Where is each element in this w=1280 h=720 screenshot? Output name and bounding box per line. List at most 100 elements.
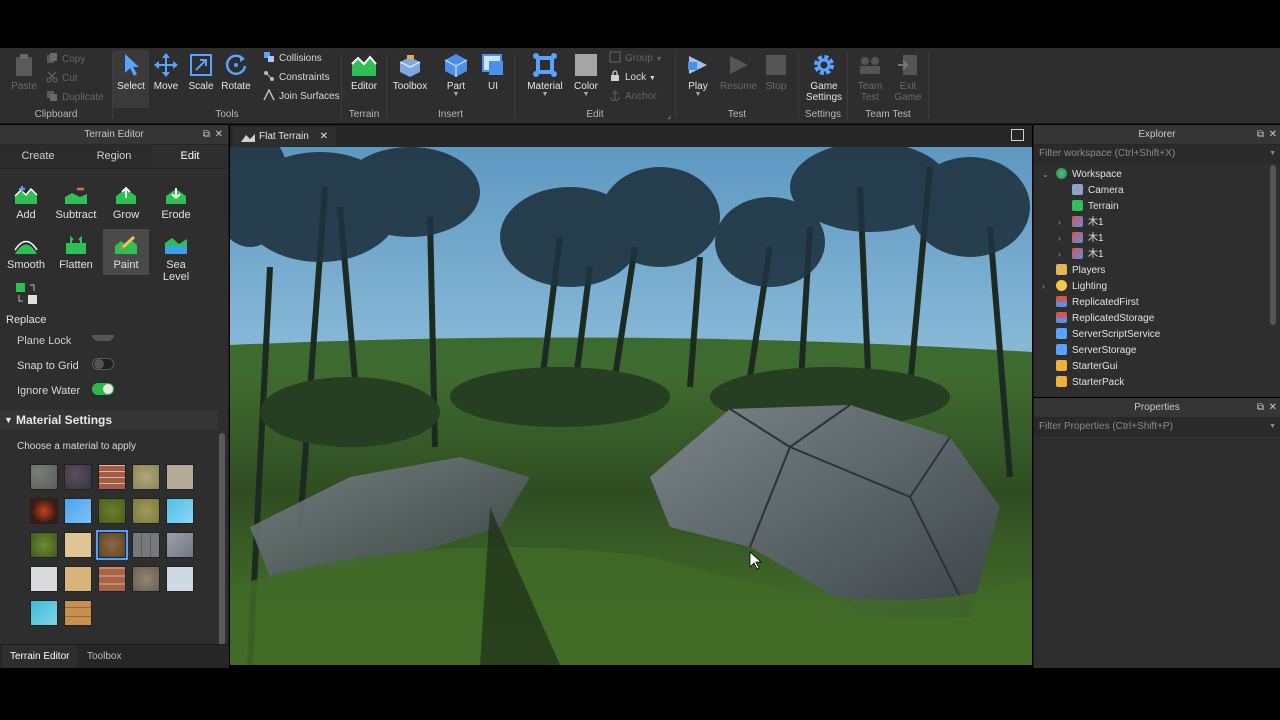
expanded-arrow-icon[interactable]: ⌄ [1042,167,1049,183]
collapsed-arrow-icon[interactable]: › [1058,231,1061,247]
tree-item-lighting[interactable]: › Lighting [1042,279,1107,295]
material-settings-header[interactable]: ▼ Material Settings [0,410,218,430]
toolbox-button[interactable]: Toolbox [391,50,429,108]
ui-button[interactable]: UI [475,50,511,108]
tree-item-replicated-storage[interactable]: ReplicatedStorage [1056,311,1154,327]
paste-button[interactable]: Paste [6,50,42,108]
fullscreen-icon[interactable] [1011,129,1024,141]
tree-item-model-2[interactable]: › 木1 [1058,231,1104,247]
tool-grow[interactable]: Grow [103,179,149,225]
tool-flatten[interactable]: Flatten [53,229,99,275]
tree-item-starter-pack[interactable]: StarterPack [1056,375,1124,391]
scale-button[interactable]: Scale [183,50,219,108]
exit-game-button[interactable]: Exit Game [890,50,926,108]
terrain-editor-button[interactable]: Editor [346,50,382,108]
properties-filter-input[interactable]: Filter Properties (Ctrl+Shift+P) ▼ [1034,418,1280,436]
team-test-button[interactable]: Team Test [852,50,888,108]
cut-button[interactable]: Cut [46,71,78,88]
explorer-scrollbar[interactable] [1270,165,1276,325]
snap-to-grid-toggle[interactable] [92,358,114,370]
tool-smooth[interactable]: Smooth [3,229,49,275]
chevron-down-icon[interactable]: ▼ [1269,145,1276,163]
tree-item-server-script-service[interactable]: ServerScriptService [1056,327,1160,343]
tab-toolbox[interactable]: Toolbox [79,645,129,669]
plane-lock-toggle[interactable] [92,335,114,341]
resume-button[interactable]: Resume [720,50,757,108]
tab-region[interactable]: Region [76,145,152,168]
tree-item-server-storage[interactable]: ServerStorage [1056,343,1136,359]
tool-replace[interactable]: Replace [6,281,52,327]
material-grass[interactable] [98,498,126,524]
terrain-editor-scrollbar[interactable] [219,433,225,646]
tab-flat-terrain[interactable]: Flat Terrain ✕ [233,127,337,147]
tree-item-starter-gui[interactable]: StarterGui [1056,359,1118,375]
material-cobblestone[interactable] [132,464,160,490]
constraints-toggle[interactable]: Constraints [263,70,330,87]
material-snow[interactable] [166,566,194,592]
tree-item-model-3[interactable]: › 木1 [1058,247,1104,263]
close-icon[interactable]: ✕ [1269,125,1277,145]
material-brick[interactable] [98,464,126,490]
close-icon[interactable]: ✕ [320,131,328,142]
material-leafygrass[interactable] [30,532,58,558]
lock-button[interactable]: Lock ▼ [609,70,656,87]
tool-erode[interactable]: Erode [153,179,199,225]
material-rock[interactable] [166,532,194,558]
tree-item-replicated-first[interactable]: ReplicatedFirst [1056,295,1139,311]
3d-viewport[interactable] [230,147,1032,665]
tree-item-model-1[interactable]: › 木1 [1058,215,1104,231]
undock-icon[interactable]: ⧉ [203,125,210,145]
material-mud[interactable] [96,530,128,560]
material-water[interactable] [30,600,58,626]
material-salt[interactable] [30,566,58,592]
material-crackedlava[interactable] [30,498,58,524]
undock-icon[interactable]: ⧉ [1257,125,1264,145]
collapsed-arrow-icon[interactable]: › [1058,215,1061,231]
collapsed-arrow-icon[interactable]: › [1042,279,1045,295]
material-button[interactable]: Material ▼ [525,50,565,108]
material-ground[interactable] [132,498,160,524]
material-limestone[interactable] [64,532,92,558]
chevron-down-icon[interactable]: ▼ [1269,418,1276,436]
part-button[interactable]: Part ▼ [438,50,474,108]
duplicate-button[interactable]: Duplicate [46,90,104,107]
tree-item-players[interactable]: Players [1056,263,1105,279]
material-asphalt[interactable] [30,464,58,490]
tab-terrain-editor[interactable]: Terrain Editor [2,645,78,669]
material-slate[interactable] [132,566,160,592]
tool-add[interactable]: Add [3,179,49,225]
join-surfaces-toggle[interactable]: Join Surfaces [263,89,340,106]
material-sand[interactable] [64,566,92,592]
tree-item-terrain[interactable]: Terrain [1072,199,1119,215]
material-sandstone[interactable] [98,566,126,592]
material-woodplanks[interactable] [64,600,92,626]
tool-subtract[interactable]: Subtract [53,179,99,225]
game-settings-button[interactable]: Game Settings [803,50,845,108]
tab-create[interactable]: Create [0,145,76,168]
close-icon[interactable]: ✕ [1269,398,1277,418]
tool-paint[interactable]: Paint [103,229,149,275]
move-button[interactable]: Move [148,50,184,108]
tab-edit[interactable]: Edit [152,145,228,168]
material-basalt[interactable] [64,464,92,490]
ignore-water-toggle[interactable] [92,383,114,395]
play-button[interactable]: Play ▼ [680,50,716,108]
material-pavement[interactable] [132,532,160,558]
tree-item-workspace[interactable]: ⌄ Workspace [1042,167,1122,183]
select-button[interactable]: Select [113,50,149,108]
undock-icon[interactable]: ⧉ [1257,398,1264,418]
copy-button[interactable]: Copy [46,52,85,69]
tree-item-camera[interactable]: Camera [1072,183,1124,199]
close-icon[interactable]: ✕ [215,125,223,145]
material-concrete[interactable] [166,464,194,490]
collapsed-arrow-icon[interactable]: › [1058,247,1061,263]
material-ice[interactable] [166,498,194,524]
rotate-button[interactable]: Rotate [218,50,254,108]
group-button[interactable]: Group ▼ [609,51,663,68]
material-glacier[interactable] [64,498,92,524]
stop-button[interactable]: Stop [758,50,794,108]
tool-sea-level[interactable]: Sea Level [153,229,199,283]
color-button[interactable]: Color ▼ [568,50,604,108]
expand-icon[interactable]: ⌟ [667,111,671,120]
collisions-toggle[interactable]: Collisions [263,51,322,68]
